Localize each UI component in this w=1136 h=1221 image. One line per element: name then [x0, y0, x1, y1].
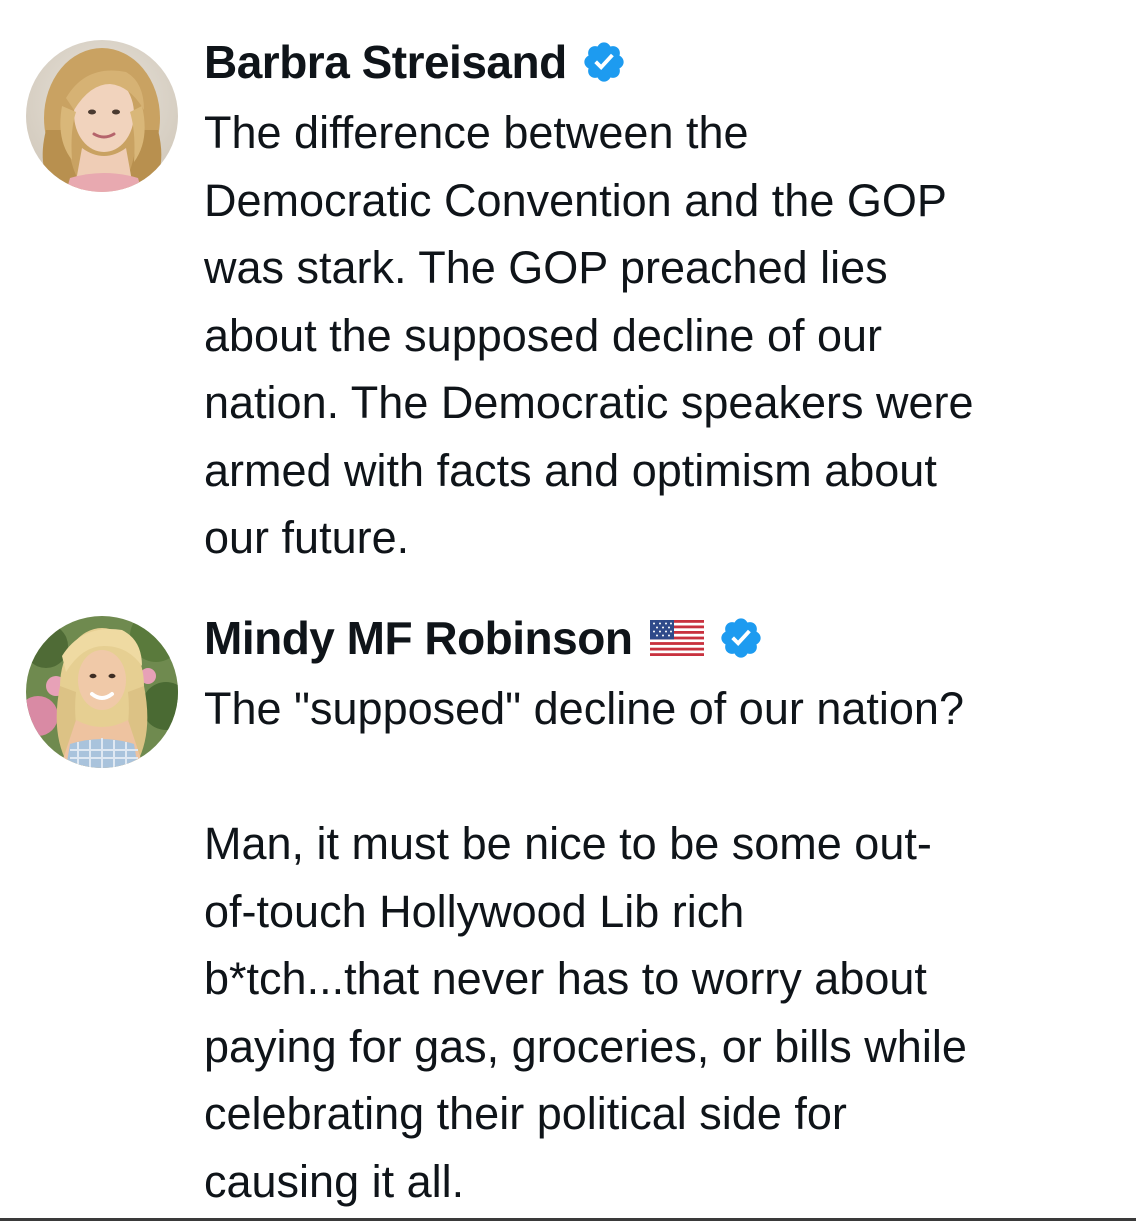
verified-badge-icon[interactable] — [718, 615, 764, 661]
author-row: Mindy MF Robinson — [204, 606, 1106, 670]
avatar[interactable] — [26, 616, 178, 768]
tweet-text: The difference between the Democratic Co… — [204, 107, 974, 563]
verified-badge-icon[interactable] — [581, 39, 627, 85]
author-display-name[interactable]: Barbra Streisand — [204, 35, 567, 89]
tweet-content: Mindy MF Robinson The "supposed" decline… — [204, 606, 1106, 1215]
tweet-content: Barbra Streisand The difference between … — [204, 30, 1106, 572]
profile-photo-icon — [26, 616, 178, 768]
avatar[interactable] — [26, 40, 178, 192]
author-row: Barbra Streisand — [204, 30, 1106, 94]
profile-photo-icon — [26, 40, 178, 192]
author-display-name[interactable]: Mindy MF Robinson — [204, 611, 633, 665]
us-flag-icon — [650, 620, 705, 656]
tweet-text: The "supposed" decline of our nation? Ma… — [204, 683, 967, 1207]
